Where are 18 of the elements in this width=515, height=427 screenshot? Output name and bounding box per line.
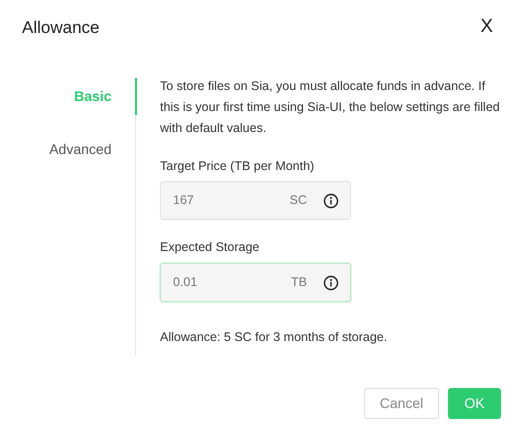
tab[interactable]: Basic [2,78,136,114]
intro-text: To store files on Sia, you must allocate funds in advance. If this is your first time using Sia-UI, the below settings are filled with default values. [160,78,501,136]
field-label: Expected Storage [160,239,260,256]
field-value: 0.01 [173,274,198,292]
ok-button[interactable]: OK [448,388,501,419]
info-icon[interactable] [323,274,339,290]
allowance-summary: Allowance: 5 SC for 3 months of storage. [160,329,388,346]
unit-label: SC [290,192,307,210]
cancel-button[interactable]: Cancel [364,388,439,419]
input-field[interactable]: 0.01 TB [160,263,351,302]
unit-label: TB [291,274,307,292]
field-value: 167 [173,192,195,210]
tab[interactable]: Advanced [2,130,136,168]
close-button[interactable]: X [476,13,497,42]
input-field[interactable]: 167 SC [160,181,351,220]
info-icon[interactable] [323,192,339,209]
field-label: Target Price (TB per Month) [160,158,316,175]
dialog-title: Allowance [22,16,100,38]
